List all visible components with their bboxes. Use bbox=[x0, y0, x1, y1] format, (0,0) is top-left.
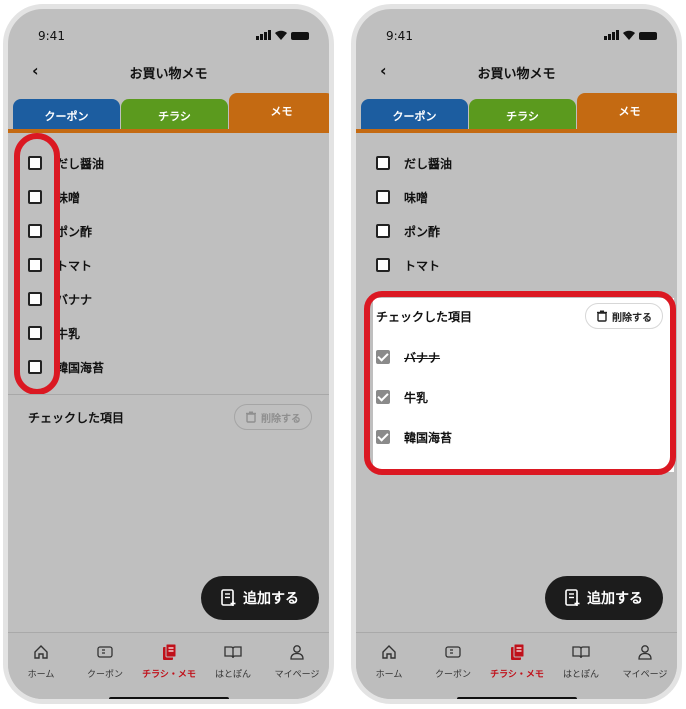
status-time: 9:41 bbox=[38, 29, 65, 43]
coupon-icon bbox=[445, 646, 461, 658]
add-label: 追加する bbox=[587, 591, 643, 607]
add-button[interactable]: 追加する bbox=[545, 576, 663, 620]
home-indicator bbox=[456, 697, 577, 699]
add-label: 追加する bbox=[243, 591, 299, 607]
checkbox[interactable] bbox=[376, 258, 390, 272]
status-bar: 9:41 bbox=[356, 29, 677, 45]
nav-label: ホーム bbox=[375, 670, 403, 680]
bottom-nav: ホーム クーポン チラシ・メモ はとぽん マイページ bbox=[8, 632, 329, 699]
person-icon bbox=[290, 645, 304, 660]
add-button[interactable]: 追加する bbox=[201, 576, 319, 620]
item-label: だし醤油 bbox=[56, 156, 105, 171]
tab-bar: クーポン チラシ メモ bbox=[361, 93, 677, 133]
nav-label: クーポン bbox=[86, 670, 123, 680]
tab-bar: クーポン チラシ メモ bbox=[13, 93, 329, 133]
flyer-memo-icon bbox=[511, 643, 525, 660]
status-time: 9:41 bbox=[386, 29, 413, 43]
nav-item-coupon[interactable]: クーポン bbox=[73, 643, 137, 680]
item-label: 韓国海苔 bbox=[56, 360, 105, 375]
signal-icon bbox=[256, 30, 271, 40]
bottom-nav: ホーム クーポン チラシ・メモ はとぽん マイページ bbox=[356, 632, 677, 699]
list-item[interactable]: トマト bbox=[376, 255, 440, 275]
nav-label: はとぽん bbox=[214, 670, 251, 680]
add-memo-icon bbox=[221, 589, 236, 606]
nav-bar: ‹ お買い物メモ bbox=[356, 61, 677, 85]
item-label: ポン酢 bbox=[56, 224, 93, 239]
flyer-memo-icon bbox=[163, 643, 177, 660]
nav-item-mypage[interactable]: マイページ bbox=[613, 643, 677, 680]
home-indicator bbox=[108, 697, 229, 699]
nav-item-hatopon[interactable]: はとぽん bbox=[201, 643, 265, 680]
list-item[interactable]: 味噌 bbox=[376, 187, 428, 207]
nav-item-flyer-memo[interactable]: チラシ・メモ bbox=[137, 643, 201, 680]
nav-item-flyer-memo[interactable]: チラシ・メモ bbox=[485, 643, 549, 680]
checkbox[interactable] bbox=[376, 224, 390, 238]
tab-memo[interactable]: メモ bbox=[577, 93, 677, 133]
person-icon bbox=[638, 645, 652, 660]
home-icon bbox=[382, 645, 396, 659]
phone-screen-left: 9:41 ‹ お買い物メモ クーポン チラシ メモ だし醤油 味噌 ポン酢 トマ… bbox=[3, 4, 334, 704]
nav-item-home[interactable]: ホーム bbox=[9, 643, 73, 680]
nav-label: クーポン bbox=[434, 670, 471, 680]
checkbox[interactable] bbox=[376, 190, 390, 204]
nav-label: ホーム bbox=[27, 670, 55, 680]
nav-label: マイページ bbox=[274, 670, 320, 680]
battery-icon bbox=[291, 32, 309, 40]
nav-item-hatopon[interactable]: はとぽん bbox=[549, 643, 613, 680]
wifi-icon bbox=[623, 30, 635, 40]
coupon-icon bbox=[97, 646, 113, 658]
wifi-icon bbox=[275, 30, 287, 40]
home-icon bbox=[34, 645, 48, 659]
nav-label: チラシ・メモ bbox=[490, 670, 544, 680]
phone-screen-right: 9:41 ‹ お買い物メモ クーポン チラシ メモ だし醤油 味噌 ポン酢 トマ… bbox=[351, 4, 682, 704]
page-title: お買い物メモ bbox=[477, 67, 556, 82]
checkbox-highlight-annotation bbox=[14, 133, 60, 395]
nav-bar: ‹ お買い物メモ bbox=[8, 61, 329, 85]
book-icon bbox=[572, 646, 590, 659]
item-label: だし醤油 bbox=[404, 156, 453, 171]
nav-label: チラシ・メモ bbox=[142, 670, 196, 680]
item-label: トマト bbox=[404, 258, 441, 273]
nav-label: マイページ bbox=[622, 670, 668, 680]
nav-item-mypage[interactable]: マイページ bbox=[265, 643, 329, 680]
item-label: ポン酢 bbox=[404, 224, 441, 239]
tab-coupon[interactable]: クーポン bbox=[361, 99, 468, 133]
item-label: バナナ bbox=[56, 292, 93, 307]
status-bar: 9:41 bbox=[8, 29, 329, 45]
tab-coupon[interactable]: クーポン bbox=[13, 99, 120, 133]
tab-memo[interactable]: メモ bbox=[229, 93, 329, 133]
tab-flyer[interactable]: チラシ bbox=[469, 99, 576, 133]
tab-underline bbox=[356, 129, 677, 133]
checked-section-highlight-annotation bbox=[364, 291, 676, 475]
item-label: 味噌 bbox=[404, 190, 429, 205]
nav-item-coupon[interactable]: クーポン bbox=[421, 643, 485, 680]
tab-underline bbox=[8, 129, 329, 133]
divider bbox=[8, 394, 329, 395]
tab-flyer[interactable]: チラシ bbox=[121, 99, 228, 133]
battery-icon bbox=[639, 32, 657, 40]
checkbox[interactable] bbox=[376, 156, 390, 170]
list-item[interactable]: だし醤油 bbox=[376, 153, 452, 173]
delete-button[interactable]: 削除する bbox=[234, 404, 312, 430]
book-icon bbox=[224, 646, 242, 659]
list-item[interactable]: ポン酢 bbox=[376, 221, 440, 241]
nav-item-home[interactable]: ホーム bbox=[357, 643, 421, 680]
item-label: トマト bbox=[56, 258, 93, 273]
checked-section-title: チェックした項目 bbox=[28, 411, 125, 425]
signal-icon bbox=[604, 30, 619, 40]
delete-label: 削除する bbox=[261, 413, 301, 425]
add-memo-icon bbox=[565, 589, 580, 606]
page-title: お買い物メモ bbox=[129, 67, 208, 82]
nav-label: はとぽん bbox=[562, 670, 599, 680]
trash-icon bbox=[246, 411, 256, 423]
